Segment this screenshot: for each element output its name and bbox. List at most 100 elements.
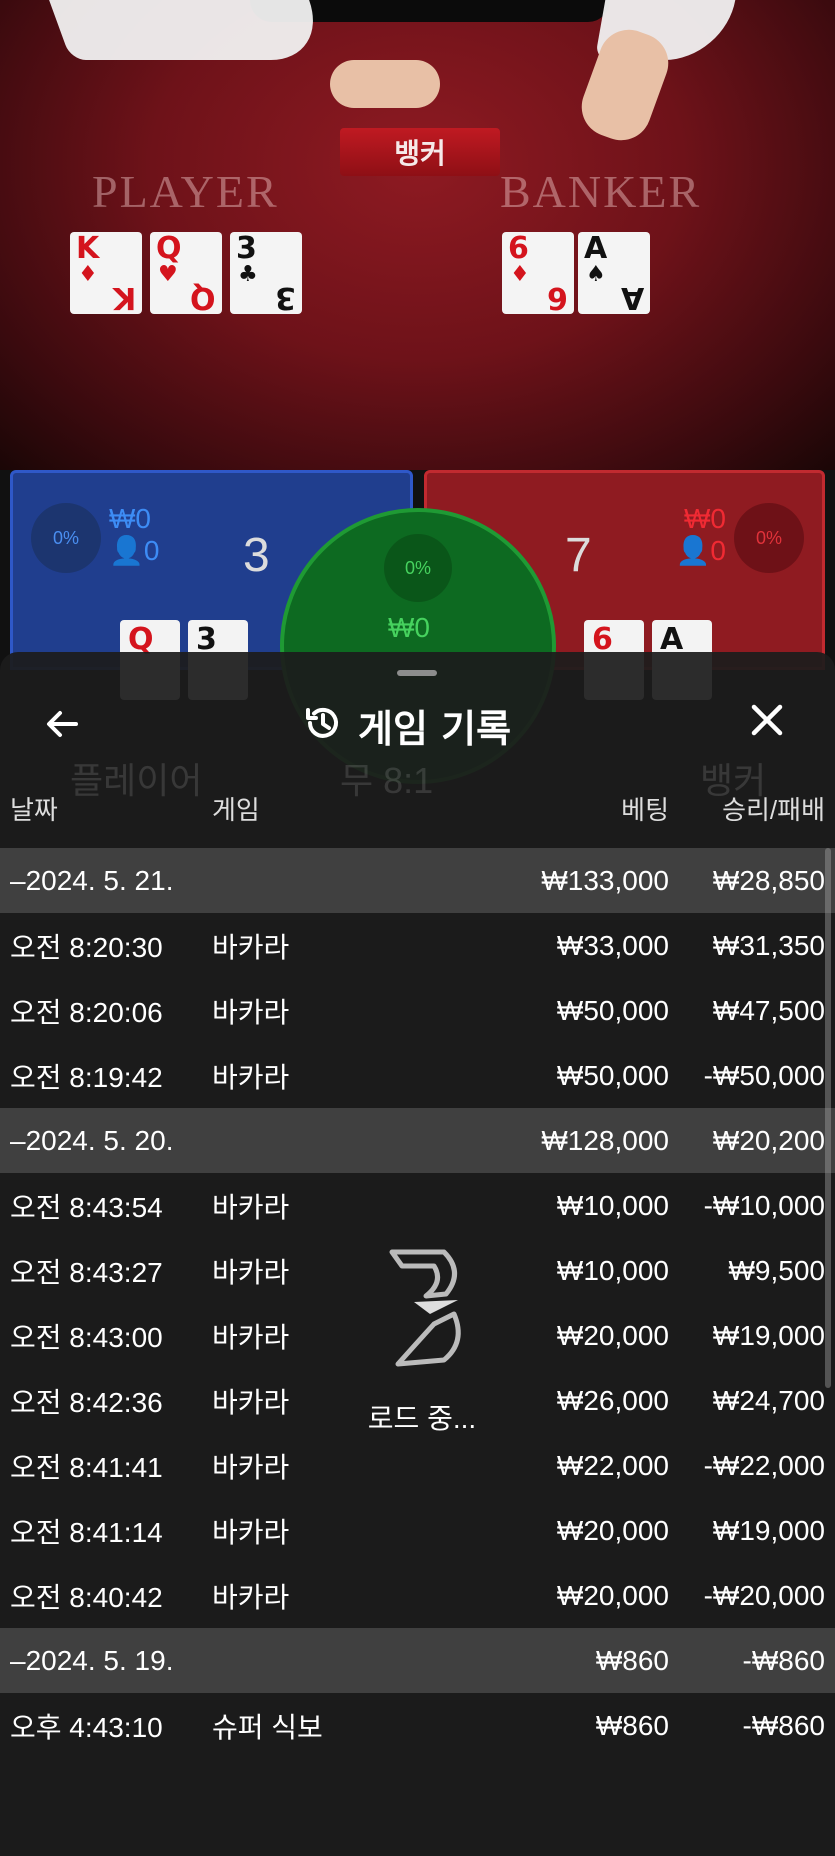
player-percent: 0% <box>31 503 101 573</box>
playing-card: K ♦ K <box>70 232 142 315</box>
row-date: 오전 8:19:42 <box>10 1061 163 1093</box>
row-result: -₩50,000 <box>703 1059 825 1091</box>
row-result: ₩9,500 <box>728 1254 826 1286</box>
row-result: ₩24,700 <box>712 1384 825 1416</box>
row-bet: ₩26,000 <box>556 1384 669 1416</box>
row-bet: ₩860 <box>595 1644 669 1676</box>
history-row[interactable]: 오전 8:40:42 바카라 ₩20,000 -₩20,000 <box>0 1563 835 1628</box>
row-game: 바카라 <box>212 1451 290 1483</box>
row-game: 바카라 <box>212 996 290 1028</box>
row-bet: ₩10,000 <box>556 1189 669 1221</box>
banker-amount: ₩0 <box>684 503 726 534</box>
history-row[interactable]: 오전 8:43:54 바카라 ₩10,000 -₩10,000 <box>0 1173 835 1238</box>
row-date: 오전 8:20:30 <box>10 931 163 963</box>
row-result: -₩860 <box>742 1709 825 1741</box>
column-game: 게임 <box>212 795 260 825</box>
row-result: ₩47,500 <box>712 994 825 1026</box>
row-date: 오전 8:43:00 <box>10 1321 163 1353</box>
tie-percent: 0% <box>384 534 452 602</box>
row-bet: ₩860 <box>595 1709 669 1741</box>
dealer-left-sleeve <box>49 0 331 60</box>
row-bet: ₩20,000 <box>556 1579 669 1611</box>
player-users: 👤0 <box>109 535 160 566</box>
row-bet: ₩10,000 <box>556 1254 669 1286</box>
column-date: 날짜 <box>10 795 58 825</box>
row-game: 바카라 <box>212 1191 290 1223</box>
row-game: 슈퍼 식보 <box>212 1711 323 1743</box>
history-row[interactable]: 오전 8:20:30 바카라 ₩33,000 ₩31,350 <box>0 913 835 978</box>
row-date: 오후 4:43:10 <box>10 1711 163 1743</box>
player-score: 3 <box>243 529 270 582</box>
row-date: 오전 8:43:54 <box>10 1191 163 1223</box>
history-row[interactable]: 오전 8:19:42 바카라 ₩50,000 -₩50,000 <box>0 1043 835 1108</box>
history-row[interactable]: 오후 4:43:10 슈퍼 식보 ₩860 -₩860 <box>0 1693 835 1758</box>
sheet-title: 게임 기록 <box>358 706 512 751</box>
row-date: 오전 8:41:41 <box>10 1451 163 1483</box>
back-arrow-icon[interactable] <box>40 702 88 750</box>
banker-users: 👤0 <box>675 535 726 566</box>
row-game: 바카라 <box>212 1386 290 1418</box>
row-date: 오전 8:43:27 <box>10 1256 163 1288</box>
history-row[interactable]: 오전 8:20:06 바카라 ₩50,000 ₩47,500 <box>0 978 835 1043</box>
date-group-row[interactable]: –2024. 5. 20. ₩128,000 ₩20,200 <box>0 1108 835 1173</box>
sheet-header: 게임 기록 <box>0 692 835 758</box>
row-bet: ₩20,000 <box>556 1514 669 1546</box>
playing-card: 6 ♦ 6 <box>502 232 574 315</box>
row-bet: ₩22,000 <box>556 1449 669 1481</box>
result-banner: 뱅커 <box>340 128 500 176</box>
date-group-row[interactable]: –2024. 5. 19. ₩860 -₩860 <box>0 1628 835 1693</box>
drag-handle[interactable] <box>397 670 437 676</box>
row-date: 오전 8:40:42 <box>10 1581 163 1613</box>
banker-score: 7 <box>565 529 592 582</box>
dealer-left-hand <box>330 60 440 108</box>
row-game: 바카라 <box>212 1516 290 1548</box>
row-result: ₩19,000 <box>712 1514 825 1546</box>
row-game: 바카라 <box>212 1321 290 1353</box>
row-game: 바카라 <box>212 931 290 963</box>
user-icon: 👤 <box>109 535 144 566</box>
row-result: -₩860 <box>742 1644 825 1676</box>
close-icon[interactable] <box>743 700 791 748</box>
loading-spinner-icon <box>352 1242 492 1377</box>
row-result: ₩20,200 <box>712 1124 825 1156</box>
row-bet: ₩133,000 <box>541 864 669 896</box>
live-table-video: 뱅커 PLAYER BANKER K ♦ K Q ♥ Q 3 ♣ 3 6 ♦ 6 A ♠ A <box>0 0 835 470</box>
history-row[interactable]: 오전 8:41:14 바카라 ₩20,000 ₩19,000 <box>0 1498 835 1563</box>
row-game: 바카라 <box>212 1061 290 1093</box>
row-game: 바카라 <box>212 1256 290 1288</box>
row-bet: ₩33,000 <box>556 929 669 961</box>
loading-label: 로드 중... <box>367 1403 477 1434</box>
row-game: 바카라 <box>212 1581 290 1613</box>
history-clock-icon <box>302 702 344 749</box>
banker-percent: 0% <box>734 503 804 573</box>
playing-card: 3 ♣ 3 <box>230 232 302 315</box>
user-icon: 👤 <box>675 535 711 566</box>
loading-indicator: 로드 중... <box>352 1242 492 1437</box>
row-bet: ₩128,000 <box>541 1124 669 1156</box>
player-amount: ₩0 <box>109 503 151 534</box>
player-felt-label: PLAYER <box>92 166 279 217</box>
row-date: –2024. 5. 19. <box>10 1644 174 1676</box>
row-date: 오전 8:41:14 <box>10 1516 163 1548</box>
game-history-sheet: 플레이어 무 8:1 뱅커 게임 기록 날짜 게임 베팅 승리/패배 –2024… <box>0 652 835 1856</box>
column-header: 날짜 게임 베팅 승리/패배 <box>0 790 835 830</box>
row-bet: ₩50,000 <box>556 994 669 1026</box>
row-bet: ₩20,000 <box>556 1319 669 1351</box>
scrollbar[interactable] <box>825 848 831 1388</box>
date-group-row[interactable]: –2024. 5. 21. ₩133,000 ₩28,850 <box>0 848 835 913</box>
row-result: -₩20,000 <box>703 1579 825 1611</box>
row-date: 오전 8:20:06 <box>10 996 163 1028</box>
banker-felt-label: BANKER <box>500 166 702 217</box>
playing-card: A ♠ A <box>578 232 650 315</box>
row-result: ₩31,350 <box>712 929 825 961</box>
playing-card: Q ♥ Q <box>150 232 222 315</box>
column-bet: 베팅 <box>621 795 669 825</box>
row-result: ₩28,850 <box>712 864 825 896</box>
row-result: -₩10,000 <box>703 1189 825 1221</box>
row-date: 오전 8:42:36 <box>10 1386 163 1418</box>
row-date: –2024. 5. 21. <box>10 864 174 896</box>
sheet-title-group: 게임 기록 <box>302 700 512 751</box>
history-row[interactable]: 오전 8:41:41 바카라 ₩22,000 -₩22,000 <box>0 1433 835 1498</box>
row-result: ₩19,000 <box>712 1319 825 1351</box>
row-date: –2024. 5. 20. <box>10 1124 174 1156</box>
